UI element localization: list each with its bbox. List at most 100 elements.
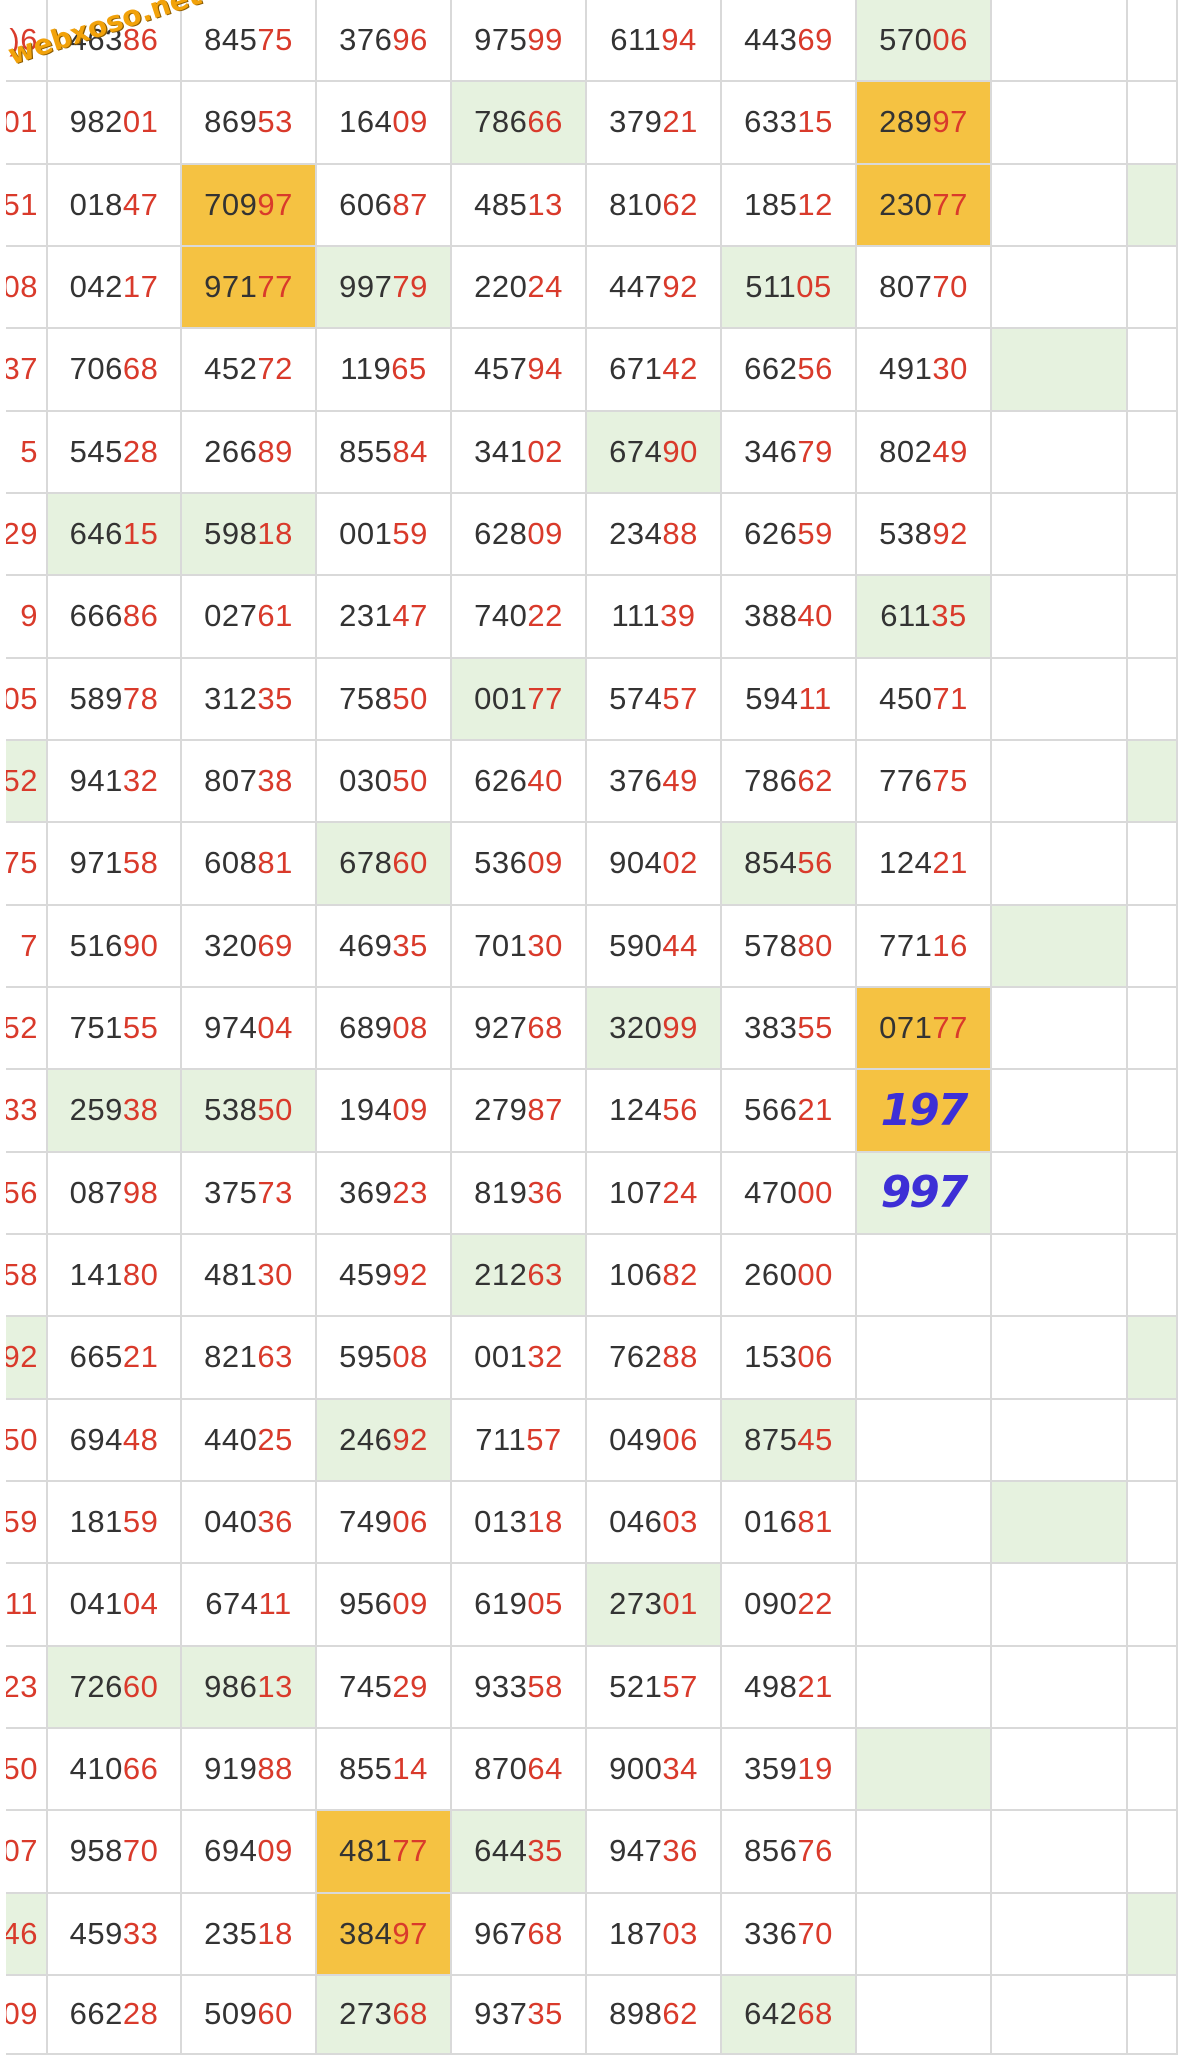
number-tail: 15 [122, 516, 159, 552]
number-head: 027 [204, 598, 258, 634]
row-label-cell: 46 [6, 1893, 48, 1976]
result-cell: 709 97 [182, 164, 317, 247]
number-tail: 09 [257, 1833, 293, 1869]
result-cell: 819 36 [452, 1152, 587, 1235]
number-head: 388 [744, 598, 798, 634]
result-cell: 369 23 [317, 1152, 452, 1235]
result-cell: 375 73 [182, 1152, 317, 1235]
number-tail: 81 [257, 845, 293, 881]
number-tail: 57 [662, 680, 698, 716]
result-cell: 628 09 [452, 493, 587, 577]
number-head: 018 [69, 186, 123, 222]
row-label-cell: 33 [6, 1070, 48, 1153]
number-head: 751 [69, 1010, 123, 1046]
result-cell: 974 04 [182, 987, 317, 1071]
result-cell: 566 21 [722, 1070, 857, 1153]
number-tail: 77 [932, 186, 968, 222]
number-head: 919 [204, 1751, 258, 1787]
number-tail: 96 [392, 22, 428, 58]
result-cell [857, 1728, 992, 1812]
result-cell: 013 18 [452, 1481, 587, 1565]
result-cell [1128, 1728, 1178, 1812]
result-cell: 410 66 [48, 1728, 182, 1812]
result-cell: 626 59 [722, 493, 857, 577]
number-head: 259 [69, 1092, 123, 1128]
result-cell: 642 68 [722, 1975, 857, 2055]
number-tail: 05 [527, 1586, 563, 1622]
number-head: 447 [609, 269, 663, 305]
number-head: 678 [339, 845, 393, 881]
result-cell: 941 32 [48, 740, 182, 824]
number-tail: 87 [392, 186, 428, 222]
result-cell: 706 68 [48, 329, 182, 412]
row-label: 51 [6, 186, 38, 222]
number-head: 469 [339, 927, 393, 963]
row-label-cell: 92 [6, 1317, 48, 1400]
result-cell: 975 99 [452, 0, 587, 83]
number-tail: 18 [257, 516, 293, 552]
number-head: 049 [609, 1421, 663, 1457]
result-cell: 856 76 [722, 1811, 857, 1894]
number-head: 875 [744, 1421, 798, 1457]
number-head: 570 [879, 22, 933, 58]
number-tail: 05 [796, 269, 832, 305]
number-head: 234 [609, 516, 663, 552]
row-label-cell: 50 [6, 1728, 48, 1812]
result-cell: 745 29 [317, 1646, 452, 1729]
number-head: 671 [609, 351, 663, 387]
number-tail: 78 [122, 680, 159, 716]
number-tail: 21 [797, 1092, 833, 1128]
result-cell [1128, 740, 1178, 824]
number-tail: 04 [122, 1586, 159, 1622]
number-head: 379 [609, 104, 663, 140]
number-tail: 44 [662, 927, 698, 963]
number-tail: 59 [797, 516, 833, 552]
result-cell: 030 50 [317, 740, 452, 824]
number-head: 941 [69, 763, 123, 799]
result-cell [1128, 1893, 1178, 1976]
number-head: 982 [69, 104, 123, 140]
number-tail: 68 [122, 351, 159, 387]
number-head: 336 [744, 1915, 798, 1951]
result-cell: 845 75 [182, 0, 317, 83]
number-head: 749 [339, 1504, 393, 1540]
number-tail: 56 [797, 351, 833, 387]
result-cell: 644 35 [452, 1811, 587, 1894]
row-label: 59 [6, 1504, 38, 1540]
number-head: 574 [609, 680, 663, 716]
number-head: 771 [879, 927, 933, 963]
result-cell: 776 75 [857, 740, 992, 824]
number-tail: 01 [122, 104, 159, 140]
number-tail: 86 [122, 598, 159, 634]
number-head: 470 [744, 1174, 798, 1210]
number-tail: 69 [797, 22, 833, 58]
number-tail: 38 [122, 1092, 159, 1128]
result-cell: 259 38 [48, 1070, 182, 1153]
row-label-cell: 05 [6, 658, 48, 741]
result-cell: 194 09 [317, 1070, 452, 1153]
number-tail: 47 [122, 186, 159, 222]
result-cell: 289 97 [857, 82, 992, 165]
number-head: 235 [204, 1915, 258, 1951]
row-label-cell: 08 [6, 246, 48, 330]
row-label-cell: 50 [6, 1399, 48, 1482]
number-tail: 79 [392, 269, 428, 305]
number-tail: 36 [662, 1833, 698, 1869]
result-cell: 260 00 [722, 1234, 857, 1318]
result-cell: 016 81 [722, 1481, 857, 1565]
number-tail: 59 [392, 516, 428, 552]
result-cell [992, 740, 1128, 824]
result-cell: 674 11 [182, 1564, 317, 1647]
result-cell [1128, 1070, 1178, 1153]
number-tail: 68 [392, 1996, 428, 2032]
number-head: 090 [744, 1586, 798, 1622]
result-cell: 807 38 [182, 740, 317, 824]
number-head: 511 [745, 269, 797, 305]
number-tail: 70 [797, 1915, 833, 1951]
row-label: 09 [6, 1996, 38, 2032]
result-cell: 231 47 [317, 576, 452, 659]
result-cell: 320 99 [587, 987, 722, 1071]
number-tail: 64 [527, 1751, 563, 1787]
result-cell: 320 69 [182, 905, 317, 988]
row-label: 46 [6, 1915, 38, 1951]
